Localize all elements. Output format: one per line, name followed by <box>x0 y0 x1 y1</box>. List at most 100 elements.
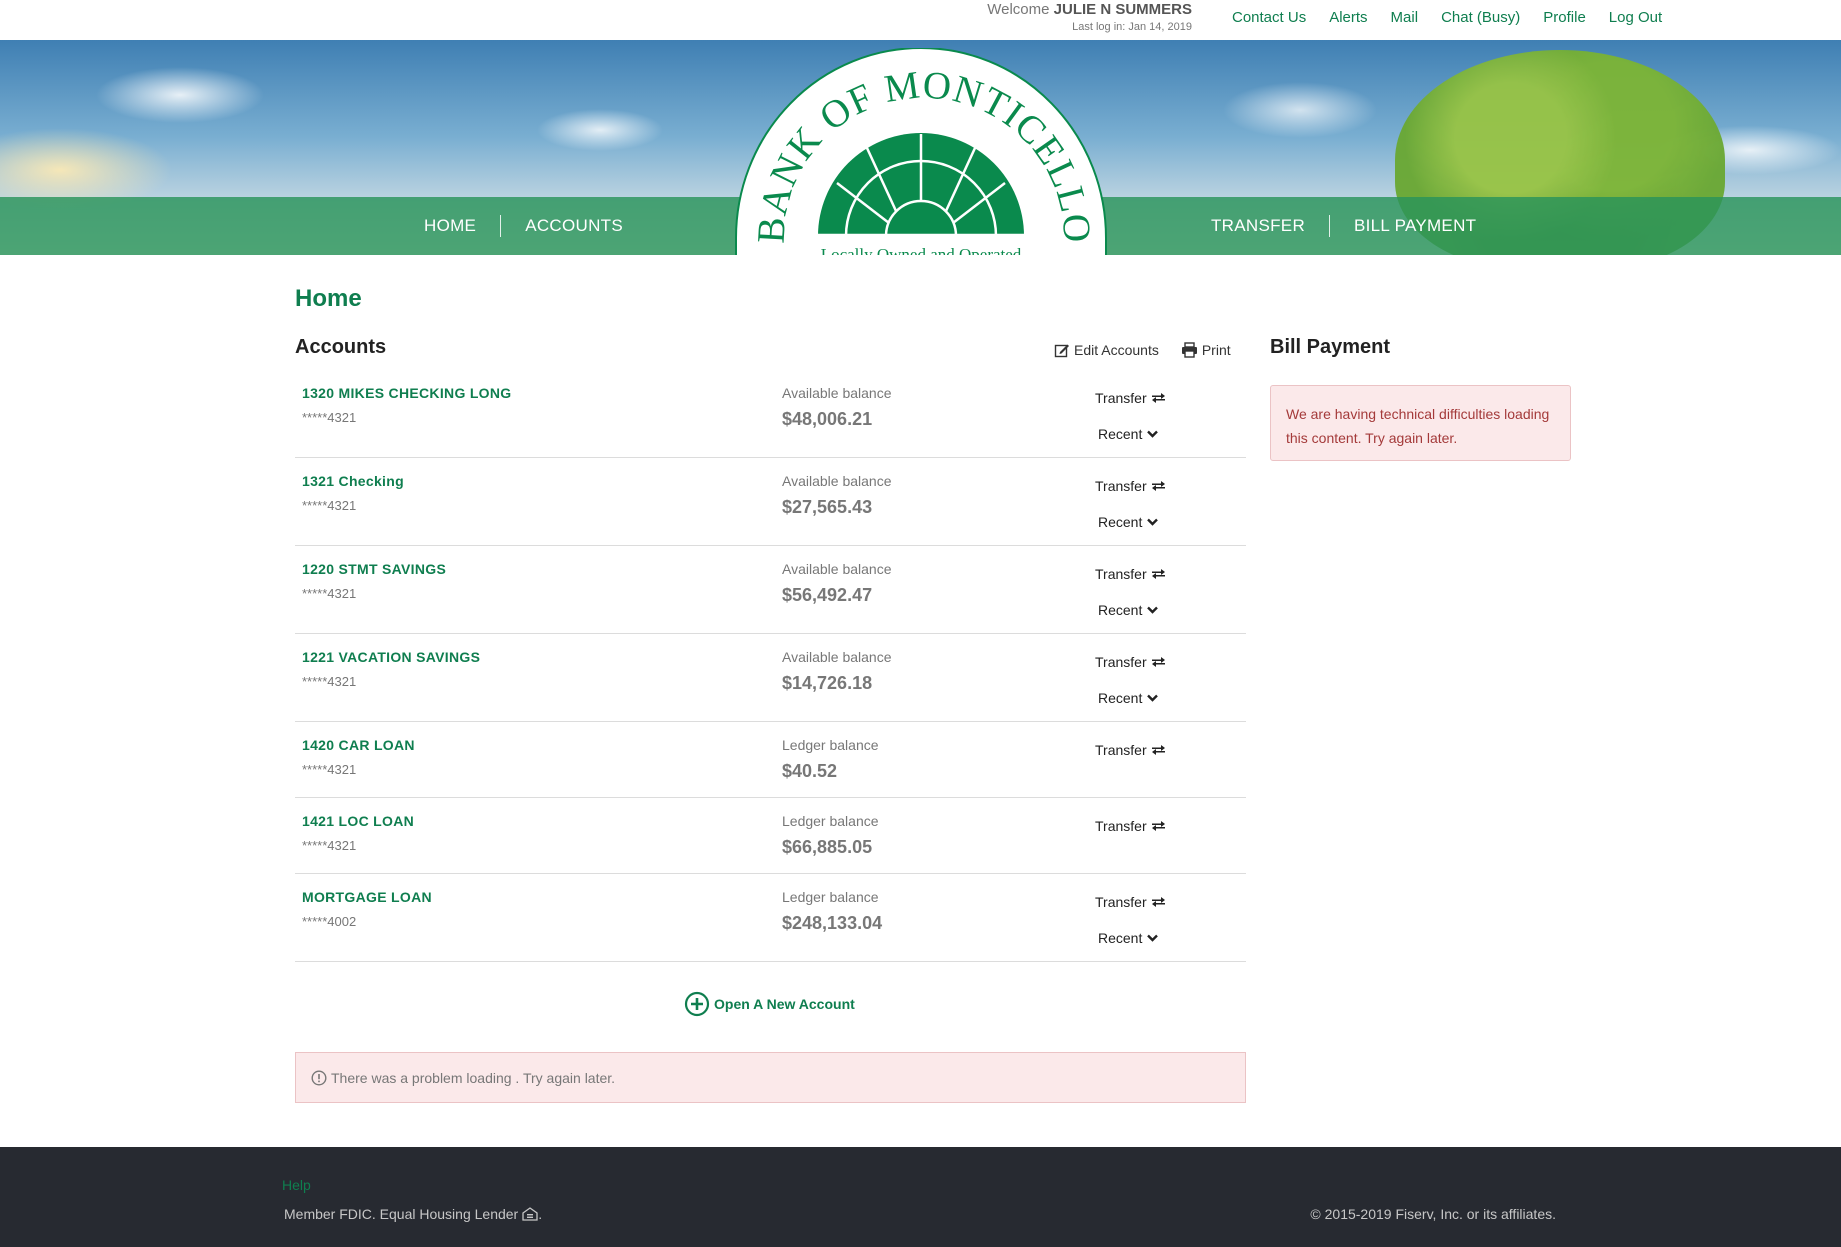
chevron-down-icon <box>1147 934 1159 942</box>
account-name-link[interactable]: 1321 Checking <box>302 473 404 489</box>
alerts-link[interactable]: Alerts <box>1329 9 1367 26</box>
accounts-load-error-text: There was a problem loading . Try again … <box>331 1069 616 1086</box>
account-name-link[interactable]: MORTGAGE LOAN <box>302 889 432 905</box>
nav-home[interactable]: HOME <box>400 216 500 236</box>
chat-link[interactable]: Chat (Busy) <box>1441 9 1520 26</box>
welcome-line: Welcome JULIE N SUMMERS <box>987 1 1192 18</box>
balance-label: Available balance <box>782 649 892 665</box>
account-number: *****4321 <box>302 410 357 425</box>
balance-label: Ledger balance <box>782 889 879 905</box>
account-number: *****4321 <box>302 838 357 853</box>
balance-label: Available balance <box>782 385 892 401</box>
balance-label: Available balance <box>782 473 892 489</box>
fdic-notice: Member FDIC. Equal Housing Lender . <box>284 1206 542 1222</box>
balance-value: $48,006.21 <box>782 409 873 429</box>
transfer-button[interactable]: Transfer <box>1095 654 1165 670</box>
contact-us-link[interactable]: Contact Us <box>1232 9 1306 26</box>
mail-link[interactable]: Mail <box>1391 9 1419 26</box>
footer: Help Member FDIC. Equal Housing Lender .… <box>0 1147 1841 1247</box>
bank-logo[interactable]: BANK OF MONTICELLO Locally Owned and Ope… <box>734 48 1108 255</box>
account-row: 1221 VACATION SAVINGS *****4321 Available … <box>295 634 1246 722</box>
recent-toggle[interactable]: Recent <box>1098 602 1159 618</box>
top-utility-bar: Welcome JULIE N SUMMERS Last log in: Jan… <box>0 0 1841 40</box>
log-out-link[interactable]: Log Out <box>1609 9 1662 26</box>
accounts-toolbar: Edit Accounts Print <box>1054 342 1231 358</box>
balance-value: $27,565.43 <box>782 497 873 517</box>
account-row: MORTGAGE LOAN *****4002 Ledger balance $248… <box>295 874 1246 962</box>
recent-toggle[interactable]: Recent <box>1098 426 1159 442</box>
profile-link[interactable]: Profile <box>1543 9 1586 26</box>
account-row: 1321 Checking *****4321 Available balance $… <box>295 458 1246 546</box>
transfer-label: Transfer <box>1095 478 1147 494</box>
transfer-button[interactable]: Transfer <box>1095 894 1165 910</box>
last-login: Last log in: Jan 14, 2019 <box>1072 21 1192 33</box>
welcome-block: Welcome JULIE N SUMMERS Last log in: Jan… <box>987 1 1192 33</box>
account-name-link[interactable]: 1320 MIKES CHECKING LONG <box>302 385 511 401</box>
balance-value: $248,133.04 <box>782 913 883 933</box>
transfer-icon <box>1151 745 1165 755</box>
transfer-button[interactable]: Transfer <box>1095 818 1165 834</box>
transfer-icon <box>1151 569 1165 579</box>
header-banner: HOME ACCOUNTS TRANSFER BILL PAYMENT BANK… <box>0 40 1841 255</box>
print-icon <box>1181 342 1197 358</box>
bill-payment-heading: Bill Payment <box>1270 336 1391 358</box>
edit-icon <box>1054 344 1069 358</box>
transfer-button[interactable]: Transfer <box>1095 390 1165 406</box>
account-name-link[interactable]: 1220 STMT SAVINGS <box>302 561 446 577</box>
account-name-link[interactable]: 1221 VACATION SAVINGS <box>302 649 480 665</box>
logo-tagline: Locally Owned and Operated <box>821 245 1022 255</box>
transfer-button[interactable]: Transfer <box>1095 478 1165 494</box>
nav-transfer[interactable]: TRANSFER <box>1187 216 1329 236</box>
chevron-down-icon <box>1147 518 1159 526</box>
open-new-account-button[interactable]: Open A New Account <box>684 991 855 1017</box>
transfer-icon <box>1151 657 1165 667</box>
transfer-button[interactable]: Transfer <box>1095 742 1165 758</box>
account-row: 1420 CAR LOAN *****4321 Ledger balance $40.… <box>295 722 1246 798</box>
nav-left-group: HOME ACCOUNTS <box>400 197 647 255</box>
user-name: JULIE N SUMMERS <box>1053 1 1192 18</box>
recent-toggle[interactable]: Recent <box>1098 930 1159 946</box>
bill-payment-error-alert: We are having technical difficulties loa… <box>1270 385 1571 461</box>
plus-circle-icon <box>684 991 710 1017</box>
help-link[interactable]: Help <box>282 1177 311 1193</box>
fdic-text: Member FDIC. Equal Housing Lender <box>284 1206 519 1222</box>
account-number: *****4321 <box>302 674 357 689</box>
transfer-icon <box>1151 821 1165 831</box>
transfer-label: Transfer <box>1095 654 1147 670</box>
transfer-label: Transfer <box>1095 894 1147 910</box>
nav-right-group: TRANSFER BILL PAYMENT <box>1187 197 1500 255</box>
chevron-down-icon <box>1147 606 1159 614</box>
balance-value: $56,492.47 <box>782 585 873 605</box>
welcome-prefix: Welcome <box>987 1 1050 18</box>
edit-accounts-button[interactable]: Edit Accounts <box>1054 342 1159 358</box>
balance-value: $14,726.18 <box>782 673 873 693</box>
account-name-link[interactable]: 1420 CAR LOAN <box>302 737 415 753</box>
account-name-link[interactable]: 1421 LOC LOAN <box>302 813 414 829</box>
account-number: *****4321 <box>302 498 357 513</box>
fdic-suffix: . <box>538 1206 543 1222</box>
recent-toggle[interactable]: Recent <box>1098 514 1159 530</box>
nav-accounts[interactable]: ACCOUNTS <box>501 216 647 236</box>
transfer-label: Transfer <box>1095 818 1147 834</box>
transfer-label: Transfer <box>1095 742 1147 758</box>
account-row: 1320 MIKES CHECKING LONG *****4321 Availab… <box>295 370 1246 458</box>
balance-value: $66,885.05 <box>782 837 873 857</box>
transfer-label: Transfer <box>1095 566 1147 582</box>
chevron-down-icon <box>1147 430 1159 438</box>
page-title: Home <box>295 285 362 312</box>
balance-label: Ledger balance <box>782 813 879 829</box>
print-button[interactable]: Print <box>1181 342 1231 358</box>
transfer-button[interactable]: Transfer <box>1095 566 1165 582</box>
balance-label: Available balance <box>782 561 892 577</box>
transfer-icon <box>1151 481 1165 491</box>
copyright-text: © 2015-2019 Fiserv, Inc. or its affiliat… <box>1310 1206 1556 1222</box>
balance-value: $40.52 <box>782 761 838 781</box>
account-number: *****4321 <box>302 586 357 601</box>
nav-bill-payment[interactable]: BILL PAYMENT <box>1330 216 1500 236</box>
recent-label: Recent <box>1098 930 1143 946</box>
recent-toggle[interactable]: Recent <box>1098 690 1159 706</box>
account-row: 1220 STMT SAVINGS *****4321 Available bala… <box>295 546 1246 634</box>
account-number: *****4002 <box>302 914 357 929</box>
recent-label: Recent <box>1098 426 1143 442</box>
accounts-heading: Accounts <box>295 336 387 358</box>
